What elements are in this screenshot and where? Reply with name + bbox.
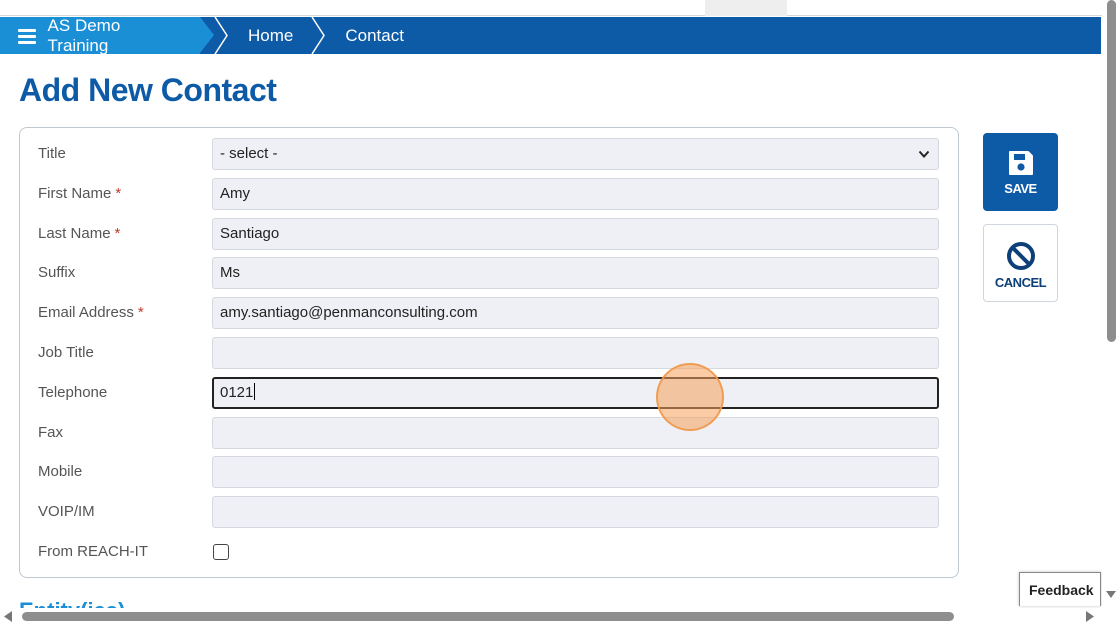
vertical-scroll-thumb[interactable] (1107, 0, 1116, 342)
suffix-value: Ms (220, 264, 240, 281)
telephone-row: Telephone 0121 (20, 376, 960, 410)
click-indicator (656, 363, 724, 431)
hamburger-icon[interactable] (18, 28, 36, 44)
voip-label: VOIP/IM (38, 503, 95, 520)
cancel-button-label: CANCEL (994, 275, 1047, 290)
from-reach-it-label: From REACH-IT (38, 543, 148, 560)
breadcrumb-item-home[interactable]: Home (228, 17, 311, 54)
required-marker: * (114, 225, 121, 242)
last-name-row: Last Name * Santiago (20, 217, 960, 251)
suffix-label: Suffix (38, 264, 76, 281)
save-button-label: SAVE (1004, 181, 1037, 196)
last-name-label: Last Name * (38, 225, 121, 242)
breadcrumb: AS Demo Training Home Contact (0, 15, 1101, 55)
last-name-value: Santiago (220, 225, 280, 242)
horizontal-scrollbar[interactable] (0, 608, 1102, 626)
text-caret (254, 383, 256, 400)
email-field[interactable]: amy.santiago@penmanconsulting.com (212, 297, 939, 329)
telephone-field[interactable]: 0121 (212, 377, 939, 409)
from-reach-it-checkbox[interactable] (213, 544, 229, 560)
suffix-field[interactable]: Ms (212, 257, 939, 289)
vertical-scrollbar[interactable] (1102, 0, 1120, 610)
job-title-field[interactable] (212, 337, 939, 369)
job-title-row: Job Title (20, 336, 960, 370)
voip-row: VOIP/IM (20, 495, 960, 529)
breadcrumb-home-label: Home (248, 25, 294, 45)
browser-tab-stub[interactable] (705, 0, 787, 16)
breadcrumb-item-app[interactable]: AS Demo Training (0, 15, 214, 55)
required-marker: * (115, 185, 122, 202)
from-reach-it-row: From REACH-IT (20, 535, 960, 569)
breadcrumb-contact-label: Contact (345, 25, 404, 45)
breadcrumb-app-label: AS Demo Training (47, 15, 121, 55)
contact-form: Title - select - First Name * Amy Last Na… (19, 127, 959, 578)
cancel-button[interactable]: CANCEL (983, 224, 1058, 302)
first-name-field[interactable]: Amy (212, 178, 939, 210)
first-name-value: Amy (220, 185, 250, 202)
scroll-left-arrow-icon[interactable] (4, 611, 12, 622)
breadcrumb-separator-icon (311, 17, 326, 54)
title-select[interactable]: - select - (212, 138, 939, 170)
title-row: Title - select - (20, 137, 960, 171)
scroll-right-arrow-icon[interactable] (1086, 611, 1094, 622)
title-label: Title (38, 145, 66, 162)
browser-top-strip (0, 0, 1102, 16)
email-row: Email Address * amy.santiago@penmanconsul… (20, 296, 960, 330)
breadcrumb-item-contact[interactable]: Contact (325, 17, 422, 54)
page-title: Add New Contact (19, 72, 277, 108)
required-marker: * (137, 304, 144, 321)
telephone-label: Telephone (38, 384, 108, 401)
floppy-disk-icon (1008, 151, 1033, 175)
feedback-button[interactable]: Feedback (1019, 572, 1101, 606)
job-title-label: Job Title (38, 344, 94, 361)
mobile-row: Mobile (20, 455, 960, 489)
first-name-row: First Name * Amy (20, 177, 960, 211)
horizontal-scroll-thumb[interactable] (22, 612, 954, 621)
mobile-label: Mobile (38, 463, 83, 480)
telephone-value: 0121 (220, 384, 254, 401)
chevron-down-icon (918, 150, 930, 158)
scroll-down-arrow-icon[interactable] (1106, 591, 1116, 599)
fax-row: Fax (20, 416, 960, 450)
last-name-field[interactable]: Santiago (212, 218, 939, 250)
fax-field[interactable] (212, 417, 939, 449)
mobile-field[interactable] (212, 456, 939, 488)
email-value: amy.santiago@penmanconsulting.com (220, 304, 478, 321)
breadcrumb-separator-icon (214, 17, 228, 54)
fax-label: Fax (38, 424, 64, 441)
title-select-value: - select - (220, 145, 278, 162)
email-label: Email Address * (38, 304, 144, 321)
save-button[interactable]: SAVE (983, 133, 1058, 211)
suffix-row: Suffix Ms (20, 256, 960, 290)
voip-field[interactable] (212, 496, 939, 528)
first-name-label: First Name * (38, 185, 122, 202)
prohibited-icon (1006, 242, 1035, 270)
